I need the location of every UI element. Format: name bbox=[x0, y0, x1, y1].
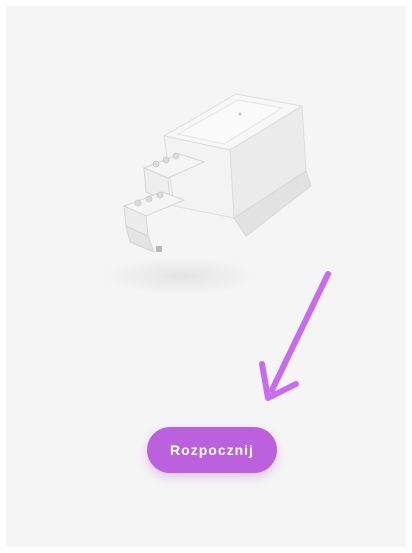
start-button[interactable]: Rozpocznij bbox=[147, 427, 277, 473]
din-rail-device-image bbox=[122, 93, 312, 253]
onboarding-screen: Rozpocznij bbox=[6, 6, 406, 547]
device-shadow bbox=[101, 256, 261, 296]
arrow-down-left-icon bbox=[259, 271, 331, 401]
